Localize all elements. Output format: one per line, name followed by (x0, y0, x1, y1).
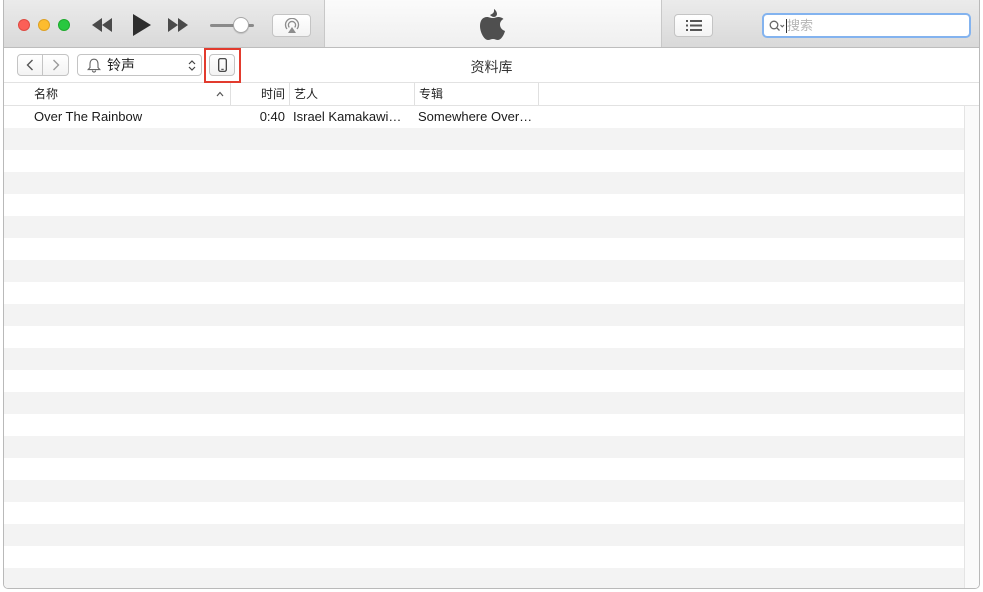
column-header-time-label: 时间 (260, 87, 285, 101)
navigation-bar: 铃声 资料库 (4, 48, 979, 83)
table-header: 名称 时间 艺人 专辑 (4, 83, 979, 106)
track-list: Over The Rainbow 0:40 Israel Kamakawi… Some… (4, 106, 964, 588)
close-button[interactable] (18, 19, 30, 31)
column-header-artist[interactable]: 艺人 (289, 83, 414, 105)
empty-row (4, 480, 964, 502)
empty-row (4, 392, 964, 414)
empty-row (4, 414, 964, 436)
column-header-time[interactable]: 时间 (230, 83, 289, 105)
column-header-artist-label: 艺人 (294, 87, 319, 101)
minimize-button[interactable] (38, 19, 50, 31)
empty-row (4, 348, 964, 370)
empty-row (4, 150, 964, 172)
list-icon (685, 20, 702, 31)
empty-row (4, 326, 964, 348)
airplay-icon (284, 17, 299, 33)
track-artist: Israel Kamakawi… (293, 109, 402, 124)
apple-logo-icon (480, 9, 505, 40)
track-album: Somewhere Over… (418, 109, 533, 124)
empty-row (4, 128, 964, 150)
empty-row (4, 304, 964, 326)
play-icon[interactable] (129, 13, 153, 37)
track-name: Over The Rainbow (34, 109, 143, 124)
empty-row (4, 436, 964, 458)
vertical-scrollbar[interactable] (964, 106, 979, 588)
column-header-name[interactable]: 名称 (34, 83, 230, 105)
empty-row (4, 282, 964, 304)
empty-row (4, 502, 964, 524)
zoom-button[interactable] (58, 19, 70, 31)
volume-slider-knob[interactable] (233, 17, 249, 33)
fast-forward-icon[interactable] (166, 16, 190, 34)
track-row[interactable]: Over The Rainbow 0:40 Israel Kamakawi… Some… (4, 106, 964, 128)
column-header-album-label: 专辑 (419, 87, 444, 101)
empty-row (4, 194, 964, 216)
empty-row (4, 458, 964, 480)
search-input[interactable] (787, 18, 957, 33)
empty-row (4, 172, 964, 194)
magnifier-icon (769, 20, 785, 31)
airplay-button[interactable] (272, 14, 311, 37)
empty-row (4, 370, 964, 392)
column-header-name-label: 名称 (34, 87, 59, 101)
list-view-button[interactable] (674, 14, 713, 37)
empty-row (4, 568, 964, 588)
sort-ascending-icon (216, 91, 224, 97)
itunes-window: 铃声 资料库 名称 时间 艺人 专辑 (3, 0, 980, 589)
track-time: 0:40 (259, 109, 285, 124)
column-header-album[interactable]: 专辑 (414, 83, 539, 105)
page-title: 资料库 (470, 59, 513, 75)
title-bar (4, 0, 979, 48)
search-field[interactable] (762, 13, 971, 38)
empty-row (4, 546, 964, 568)
empty-row (4, 524, 964, 546)
rewind-icon[interactable] (90, 16, 114, 34)
empty-row (4, 216, 964, 238)
empty-row (4, 238, 964, 260)
empty-row (4, 260, 964, 282)
